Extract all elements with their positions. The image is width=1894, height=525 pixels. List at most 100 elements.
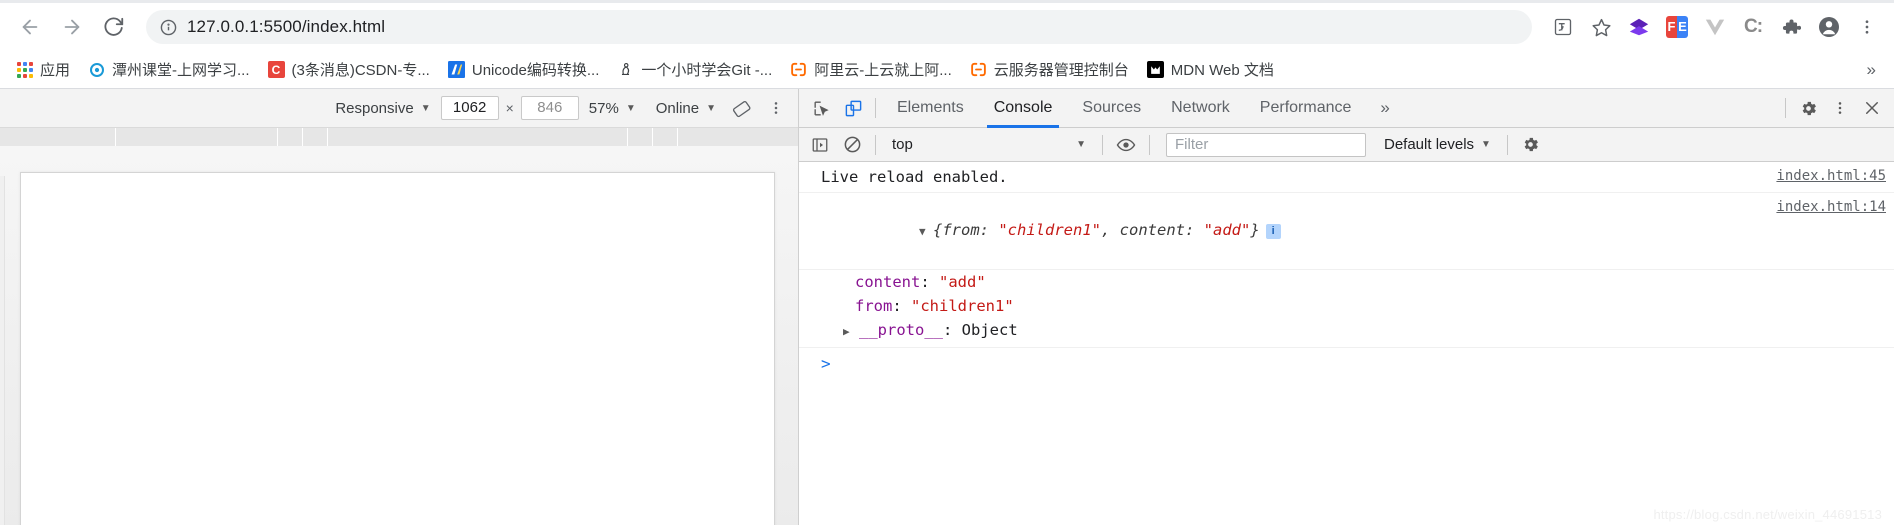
more-options-icon[interactable] bbox=[762, 100, 790, 116]
console-settings-icon[interactable] bbox=[1516, 131, 1546, 159]
toolbar-divider bbox=[1785, 98, 1786, 118]
console-output[interactable]: Live reload enabled. index.html:45 ▼ {fro… bbox=[799, 162, 1894, 525]
info-circle-icon[interactable] bbox=[160, 19, 177, 36]
console-object-source[interactable]: index.html:14 bbox=[1776, 197, 1886, 215]
inspect-element-icon[interactable] bbox=[805, 92, 837, 124]
expand-triangle-icon[interactable]: ▼ bbox=[919, 221, 931, 243]
forward-button[interactable] bbox=[52, 7, 92, 47]
browser-toolbar: 127.0.0.1:5500/index.html FE C: bbox=[0, 3, 1894, 51]
device-height-input[interactable]: 846 bbox=[520, 96, 579, 120]
bookmarks-overflow-icon[interactable]: » bbox=[1857, 56, 1886, 84]
close-devtools-icon[interactable] bbox=[1856, 92, 1888, 124]
bookmark-apps[interactable]: 应用 bbox=[8, 54, 78, 85]
bookmark-label: (3条消息)CSDN-专... bbox=[291, 62, 430, 79]
device-preset-label: Responsive bbox=[335, 99, 414, 117]
site-favicon-icon bbox=[447, 61, 465, 78]
bookmark-item[interactable]: Unicode编码转换... bbox=[440, 54, 608, 85]
obj-sep: , bbox=[1100, 221, 1120, 239]
profile-avatar-icon[interactable] bbox=[1812, 10, 1846, 44]
translate-icon[interactable] bbox=[1546, 10, 1580, 44]
clear-console-icon[interactable] bbox=[837, 131, 867, 159]
page-viewport[interactable] bbox=[20, 172, 775, 525]
bookmark-item[interactable]: 潭州课堂-上网学习... bbox=[80, 54, 258, 85]
address-bar[interactable]: 127.0.0.1:5500/index.html bbox=[146, 10, 1532, 44]
browser-window: 127.0.0.1:5500/index.html FE C: 应用 潭州课堂-… bbox=[0, 0, 1894, 525]
extension-c-icon[interactable]: C: bbox=[1736, 10, 1770, 44]
object-proto-row[interactable]: ▶ __proto__: Object bbox=[799, 318, 1894, 348]
device-zoom-label: 57% bbox=[588, 99, 619, 117]
bookmark-label: 云服务器管理控制台 bbox=[993, 62, 1129, 79]
expand-triangle-icon[interactable]: ▶ bbox=[843, 321, 855, 343]
bookmark-item[interactable]: 一个小时学会Git -... bbox=[609, 54, 780, 85]
console-filter-input[interactable]: Filter bbox=[1166, 132, 1366, 157]
extension-vue-icon[interactable] bbox=[1698, 10, 1732, 44]
execution-context-dropdown[interactable]: top ▼ bbox=[884, 133, 1094, 157]
rotate-device-icon[interactable] bbox=[726, 93, 756, 123]
reload-button[interactable] bbox=[94, 7, 134, 47]
property-value: "add" bbox=[939, 273, 986, 291]
console-object-preview: ▼ {from: "children1", content: "add"} i bbox=[821, 197, 1762, 265]
tab-label: Network bbox=[1171, 99, 1230, 116]
bookmark-star-icon[interactable] bbox=[1584, 10, 1618, 44]
device-zoom-dropdown[interactable]: 57% ▼ bbox=[579, 100, 646, 117]
mdn-favicon-icon bbox=[1146, 61, 1164, 78]
bookmark-label: 一个小时学会Git -... bbox=[641, 62, 773, 79]
more-tabs-icon[interactable]: » bbox=[1366, 98, 1403, 118]
bookmark-item[interactable]: 云服务器管理控制台 bbox=[962, 54, 1137, 85]
device-preset-dropdown[interactable]: Responsive ▼ bbox=[325, 100, 440, 117]
property-name: from bbox=[855, 297, 893, 315]
address-bar-url: 127.0.0.1:5500/index.html bbox=[187, 17, 386, 36]
back-button[interactable] bbox=[10, 7, 50, 47]
devtools-panel: Elements Console Sources Network Perform… bbox=[799, 89, 1894, 525]
console-object-message[interactable]: ▼ {from: "children1", content: "add"} i in… bbox=[799, 193, 1894, 270]
device-toolbar: Responsive ▼ 1062 × 846 57% ▼ Online ▼ bbox=[0, 89, 798, 128]
obj-val1: "children1" bbox=[998, 221, 1101, 239]
object-property-row[interactable]: from: "children1" bbox=[799, 294, 1894, 318]
device-width-input[interactable]: 1062 bbox=[440, 96, 499, 120]
network-throttling-dropdown[interactable]: Online ▼ bbox=[646, 100, 726, 117]
live-expression-icon[interactable] bbox=[1111, 131, 1141, 159]
chevron-down-icon: ▼ bbox=[420, 102, 431, 114]
bookmark-label: Unicode编码转换... bbox=[471, 62, 600, 79]
console-prompt[interactable]: > bbox=[799, 348, 1894, 377]
toggle-device-toolbar-icon[interactable] bbox=[837, 92, 869, 124]
tab-label: Elements bbox=[897, 99, 964, 116]
tab-performance[interactable]: Performance bbox=[1245, 89, 1367, 128]
apps-grid-icon bbox=[16, 61, 33, 78]
settings-gear-icon[interactable] bbox=[1792, 92, 1824, 124]
bookmark-label: 阿里云-上云就上阿... bbox=[814, 62, 952, 79]
bookmark-apps-label: 应用 bbox=[40, 62, 71, 79]
tab-network[interactable]: Network bbox=[1156, 89, 1245, 128]
log-levels-dropdown[interactable]: Default levels ▼ bbox=[1376, 136, 1499, 153]
toolbar-icon-group: FE C: bbox=[1542, 10, 1884, 44]
obj-key1: from: bbox=[942, 221, 999, 239]
console-message-source[interactable]: index.html:45 bbox=[1776, 166, 1886, 184]
bookmark-item[interactable]: C (3条消息)CSDN-专... bbox=[260, 54, 438, 85]
chevron-down-icon: ▼ bbox=[706, 102, 716, 114]
devtools-actions bbox=[1779, 92, 1894, 124]
console-sidebar-icon[interactable] bbox=[805, 131, 835, 159]
tab-elements[interactable]: Elements bbox=[882, 89, 979, 128]
csdn-favicon-icon: C bbox=[267, 61, 285, 78]
extensions-puzzle-icon[interactable] bbox=[1774, 10, 1808, 44]
execution-context-value: top bbox=[892, 136, 913, 153]
info-badge-icon[interactable]: i bbox=[1265, 223, 1281, 239]
bookmark-item[interactable]: 阿里云-上云就上阿... bbox=[782, 54, 960, 85]
devtools-more-icon[interactable] bbox=[1824, 92, 1856, 124]
property-name: content bbox=[855, 273, 921, 291]
tab-sources[interactable]: Sources bbox=[1067, 89, 1156, 128]
extension-fe-icon[interactable]: FE bbox=[1660, 10, 1694, 44]
object-property-row[interactable]: content: "add" bbox=[799, 270, 1894, 294]
tab-console[interactable]: Console bbox=[979, 89, 1068, 128]
chrome-menu-icon[interactable] bbox=[1850, 10, 1884, 44]
bookmark-item[interactable]: MDN Web 文档 bbox=[1139, 54, 1282, 85]
bookmark-label: MDN Web 文档 bbox=[1170, 62, 1274, 79]
extension-diamond-icon[interactable] bbox=[1622, 10, 1656, 44]
viewport-scrollbar[interactable] bbox=[0, 176, 5, 525]
toolbar-divider bbox=[875, 134, 876, 155]
device-ruler bbox=[0, 128, 798, 146]
proto-value: Object bbox=[961, 321, 1018, 339]
tab-label: Console bbox=[993, 99, 1053, 116]
obj-key2: content: bbox=[1119, 221, 1204, 239]
console-message[interactable]: Live reload enabled. index.html:45 bbox=[799, 162, 1894, 193]
